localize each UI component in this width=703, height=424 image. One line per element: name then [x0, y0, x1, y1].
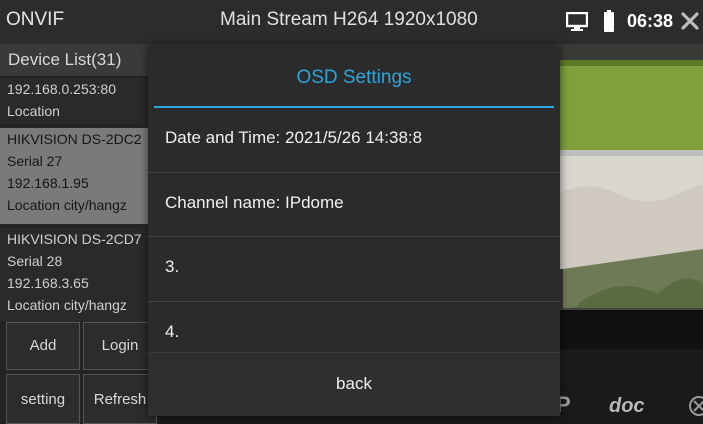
osd-row-date-time[interactable]: Date and Time: 2021/5/26 14:38:8	[148, 108, 560, 172]
osd-row-channel-name[interactable]: Channel name: IPdome	[148, 173, 560, 237]
battery-icon	[604, 10, 614, 32]
device-list-item-selected[interactable]: HIKVISION DS-2DC2 Serial 27 192.168.1.95…	[0, 128, 158, 224]
device-serial: Serial 28	[7, 253, 63, 269]
device-location: Location city/hangz	[7, 297, 127, 313]
device-address: 192.168.0.253:80	[7, 81, 116, 97]
close-icon[interactable]	[681, 12, 699, 30]
stream-title: Main Stream H264 1920x1080	[220, 9, 478, 30]
device-list-title: Device List(31)	[0, 44, 158, 76]
app-title: ONVIF	[6, 9, 65, 30]
device-ip: 192.168.1.95	[7, 175, 89, 191]
device-ip: 192.168.3.65	[7, 275, 89, 291]
clock: 06:38	[627, 11, 674, 31]
device-model: HIKVISION DS-2CD7	[7, 231, 142, 247]
login-button[interactable]: Login	[83, 322, 157, 370]
back-button[interactable]: back	[148, 353, 560, 416]
refresh-button[interactable]: Refresh	[83, 374, 157, 424]
device-location: Location	[7, 103, 60, 119]
top-status-bar: ONVIF Main Stream H264 1920x1080 06:38	[0, 0, 703, 44]
circle-x-icon[interactable]	[688, 395, 703, 417]
screen: ONVIF Main Stream H264 1920x1080 06:38 D…	[0, 0, 703, 424]
doc-icon[interactable]: doc	[609, 395, 645, 418]
device-location: Location city/hangz	[7, 197, 127, 213]
device-panel: Device List(31) 192.168.0.253:80 Locatio…	[0, 44, 158, 424]
dialog-title: OSD Settings	[296, 67, 412, 88]
device-list-item[interactable]: 192.168.0.253:80 Location	[0, 78, 158, 124]
osd-settings-dialog: OSD Settings Date and Time: 2021/5/26 14…	[148, 46, 560, 416]
osd-row-4[interactable]: 4.	[148, 302, 560, 352]
monitor-icon[interactable]	[566, 12, 588, 32]
device-model: HIKVISION DS-2DC2	[7, 131, 142, 147]
osd-row-3[interactable]: 3.	[148, 237, 560, 301]
device-serial: Serial 27	[7, 153, 63, 169]
setting-button[interactable]: setting	[6, 374, 80, 424]
add-button[interactable]: Add	[6, 322, 80, 370]
device-list-item[interactable]: HIKVISION DS-2CD7 Serial 28 192.168.3.65…	[0, 228, 158, 322]
